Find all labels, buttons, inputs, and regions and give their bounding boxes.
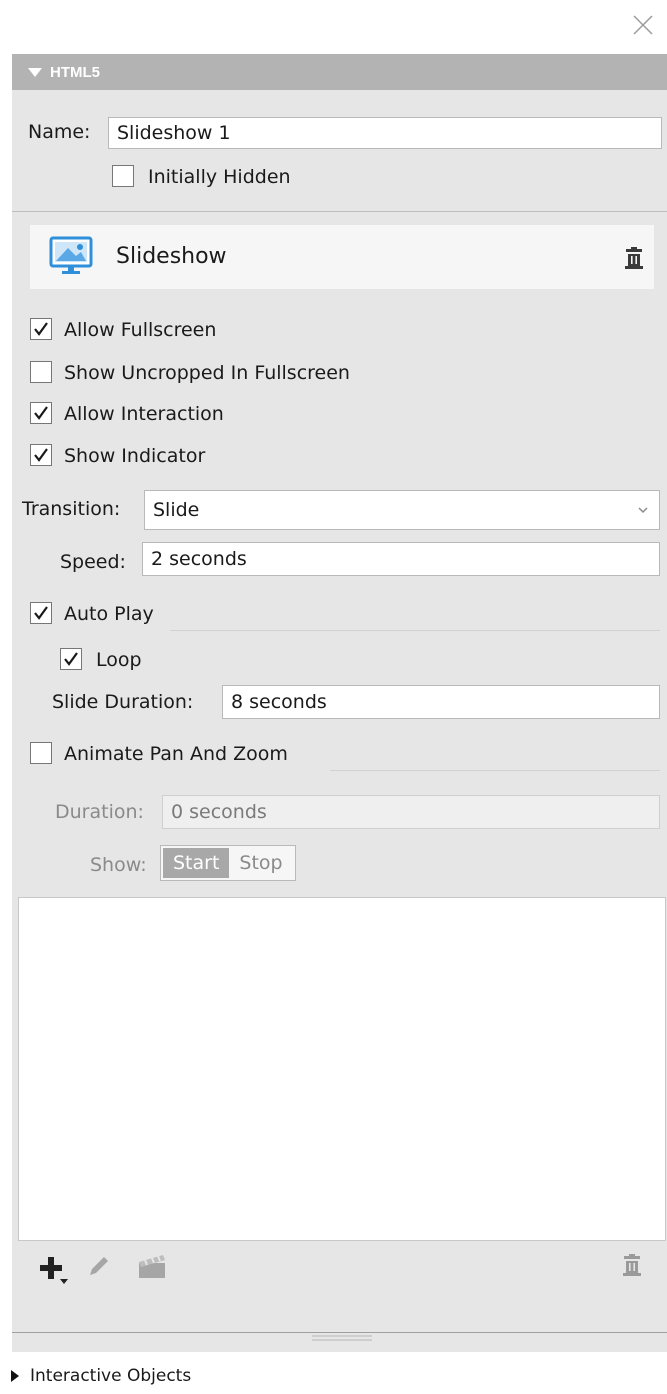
interactive-objects-label: Interactive Objects bbox=[30, 1366, 192, 1386]
loop-checkbox[interactable] bbox=[60, 648, 82, 670]
show-indicator-label: Show Indicator bbox=[64, 445, 206, 467]
collapse-triangle-icon[interactable] bbox=[28, 67, 42, 77]
checkmark-icon bbox=[34, 606, 48, 620]
auto-play-checkbox[interactable] bbox=[30, 602, 52, 624]
name-field[interactable]: Slideshow 1 bbox=[108, 117, 662, 149]
show-uncropped-label: Show Uncropped In Fullscreen bbox=[64, 362, 350, 384]
initially-hidden-label: Initially Hidden bbox=[148, 166, 291, 188]
divider bbox=[12, 1332, 667, 1333]
show-stop-option[interactable]: Stop bbox=[229, 848, 292, 878]
checkmark-icon bbox=[34, 448, 48, 462]
show-uncropped-checkbox[interactable] bbox=[30, 361, 52, 383]
add-icon[interactable] bbox=[38, 1253, 72, 1287]
transition-value: Slide bbox=[153, 499, 200, 521]
trash-icon[interactable] bbox=[624, 247, 644, 269]
show-indicator-checkbox[interactable] bbox=[30, 444, 52, 466]
slide-duration-field[interactable]: 8 seconds bbox=[222, 685, 660, 719]
expand-triangle-icon[interactable] bbox=[10, 1369, 20, 1383]
slides-list[interactable] bbox=[18, 897, 666, 1241]
clapperboard-icon[interactable] bbox=[136, 1252, 168, 1280]
allow-interaction-checkbox[interactable] bbox=[30, 402, 52, 424]
section-title: HTML5 bbox=[50, 63, 100, 81]
object-title: Slideshow bbox=[116, 244, 227, 269]
checkmark-icon bbox=[34, 322, 48, 336]
slide-duration-label: Slide Duration: bbox=[52, 691, 194, 713]
transition-label: Transition: bbox=[22, 498, 121, 520]
name-value: Slideshow 1 bbox=[117, 122, 231, 144]
checkmark-icon bbox=[64, 652, 78, 666]
auto-play-label: Auto Play bbox=[64, 603, 154, 625]
divider bbox=[170, 630, 660, 631]
show-label: Show: bbox=[90, 854, 147, 876]
initially-hidden-checkbox[interactable] bbox=[112, 165, 134, 187]
allow-fullscreen-label: Allow Fullscreen bbox=[64, 319, 217, 341]
divider bbox=[12, 211, 667, 212]
trash-icon[interactable] bbox=[622, 1254, 642, 1276]
show-start-option[interactable]: Start bbox=[163, 848, 230, 878]
pan-duration-field[interactable]: 0 seconds bbox=[162, 795, 660, 829]
loop-label: Loop bbox=[96, 649, 142, 671]
chevron-down-icon bbox=[638, 507, 648, 514]
animate-pan-zoom-checkbox[interactable] bbox=[30, 742, 52, 764]
animate-pan-zoom-label: Animate Pan And Zoom bbox=[64, 743, 288, 765]
slideshow-image-icon bbox=[49, 236, 93, 274]
pan-duration-label: Duration: bbox=[55, 801, 144, 823]
name-label: Name: bbox=[28, 121, 91, 143]
edit-pencil-icon[interactable] bbox=[86, 1253, 112, 1279]
divider bbox=[330, 770, 660, 771]
allow-interaction-label: Allow Interaction bbox=[64, 403, 224, 425]
speed-label: Speed: bbox=[60, 551, 126, 573]
close-icon[interactable] bbox=[628, 10, 658, 40]
html5-section-header[interactable]: HTML5 bbox=[12, 54, 667, 90]
transition-select[interactable]: Slide bbox=[144, 490, 660, 530]
slide-duration-value: 8 seconds bbox=[231, 691, 327, 713]
allow-fullscreen-checkbox[interactable] bbox=[30, 318, 52, 340]
show-segmented-control: Start Stop bbox=[160, 845, 296, 881]
pan-duration-value: 0 seconds bbox=[171, 801, 267, 823]
checkmark-icon bbox=[34, 406, 48, 420]
speed-value: 2 seconds bbox=[151, 548, 247, 570]
resize-grip-icon[interactable] bbox=[312, 1335, 372, 1341]
speed-field[interactable]: 2 seconds bbox=[142, 542, 660, 576]
